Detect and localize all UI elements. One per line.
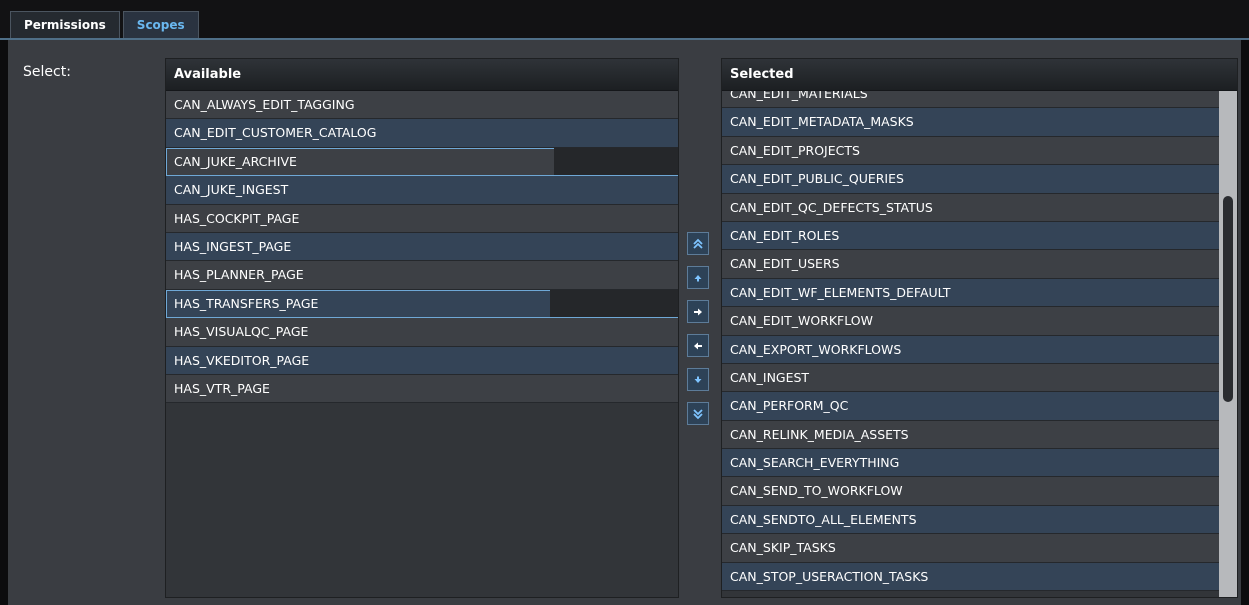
- list-item[interactable]: HAS_PLANNER_PAGE: [166, 261, 678, 290]
- list-item-label: CAN_EDIT_WORKFLOW: [730, 313, 873, 329]
- list-item[interactable]: CAN_ALWAYS_EDIT_TAGGING: [166, 91, 678, 120]
- remove-from-selected-button[interactable]: [687, 334, 709, 357]
- scopes-panel: Select: Available CAN_ALWAYS_EDIT_TAGGIN…: [8, 40, 1241, 605]
- list-item[interactable]: HAS_VISUALQC_PAGE: [166, 318, 678, 347]
- list-item[interactable]: CAN_SKIP_TASKS: [722, 534, 1219, 563]
- list-item-label: CAN_SEND_TO_WORKFLOW: [730, 483, 903, 499]
- add-to-selected-button[interactable]: [687, 300, 709, 323]
- list-item[interactable]: CAN_STOP_USERACTION_TASKS: [722, 562, 1219, 592]
- list-item-label: CAN_JUKE_INGEST: [174, 182, 289, 198]
- list-item[interactable]: CAN_PERFORM_QC: [722, 392, 1219, 421]
- row-highlight: [554, 147, 678, 176]
- list-item[interactable]: CAN_JUKE_INGEST: [166, 176, 678, 205]
- list-item-label: CAN_EDIT_USERS: [730, 256, 840, 272]
- list-item[interactable]: CAN_EDIT_MATERIALS: [722, 91, 1219, 109]
- scrollbar-thumb[interactable]: [1223, 196, 1233, 402]
- select-label: Select:: [23, 64, 71, 80]
- available-rows[interactable]: CAN_ALWAYS_EDIT_TAGGING CAN_EDIT_CUSTOMER…: [166, 91, 678, 597]
- list-item[interactable]: CAN_EDIT_CUSTOMER_CATALOG: [166, 119, 678, 148]
- available-list-header: Available: [166, 59, 678, 91]
- selected-list-header: Selected: [722, 59, 1237, 91]
- list-item-label: HAS_VISUALQC_PAGE: [174, 324, 309, 340]
- list-item[interactable]: CAN_SEND_TO_WORKFLOW: [722, 477, 1219, 506]
- double-arrow-up-icon: [693, 238, 703, 249]
- row-highlight: [550, 289, 678, 318]
- list-item-label: CAN_RELINK_MEDIA_ASSETS: [730, 426, 909, 442]
- list-item-label: CAN_EDIT_PROJECTS: [730, 142, 860, 158]
- available-list: Available CAN_ALWAYS_EDIT_TAGGING CAN_EDI…: [165, 58, 679, 598]
- list-item[interactable]: CAN_EDIT_ROLES: [722, 221, 1219, 251]
- tab-permissions[interactable]: Permissions: [10, 11, 120, 38]
- list-item-label: CAN_INGEST: [730, 369, 810, 385]
- tab-scopes[interactable]: Scopes: [122, 11, 199, 38]
- list-item-label: CAN_STOP_USERACTION_TASKS: [730, 568, 929, 584]
- move-up-button[interactable]: [687, 266, 709, 289]
- list-item[interactable]: CAN_EDIT_WORKFLOW: [722, 307, 1219, 336]
- selected-scrollbar[interactable]: [1219, 91, 1237, 597]
- arrow-down-icon: [694, 376, 702, 383]
- list-item-label: CAN_EDIT_QC_DEFECTS_STATUS: [730, 199, 933, 215]
- list-item[interactable]: CAN_EDIT_PROJECTS: [722, 136, 1219, 166]
- list-item-label: CAN_SENDTO_ALL_ELEMENTS: [730, 511, 917, 527]
- list-item-label: CAN_EDIT_METADATA_MASKS: [730, 114, 914, 130]
- list-item[interactable]: CAN_SEARCH_EVERYTHING: [722, 449, 1219, 478]
- list-item-label: CAN_JUKE_ARCHIVE: [174, 153, 297, 169]
- list-item-label: CAN_PERFORM_QC: [730, 398, 849, 414]
- list-item[interactable]: CAN_EDIT_METADATA_MASKS: [722, 108, 1219, 137]
- top-bar: Permissions Scopes: [0, 0, 1249, 40]
- list-item[interactable]: CAN_EXPORT_WORKFLOWS: [722, 335, 1219, 364]
- arrow-up-icon: [694, 274, 702, 281]
- list-item-label: HAS_INGEST_PAGE: [174, 238, 292, 254]
- list-item-label: CAN_EDIT_CUSTOMER_CATALOG: [174, 125, 377, 141]
- selected-list: Selected CAN_EDIT_MATERIALS CAN_EDIT_META…: [721, 58, 1238, 598]
- list-item[interactable]: CAN_SENDTO_ALL_ELEMENTS: [722, 505, 1219, 535]
- list-item-label: HAS_VTR_PAGE: [174, 380, 270, 396]
- list-item-label: CAN_ALWAYS_EDIT_TAGGING: [174, 97, 355, 112]
- list-item[interactable]: CAN_EDIT_QC_DEFECTS_STATUS: [722, 193, 1219, 222]
- list-item-label: HAS_TRANSFERS_PAGE: [174, 295, 319, 311]
- list-item[interactable]: HAS_VKEDITOR_PAGE: [166, 346, 678, 375]
- list-item-label: CAN_EDIT_PUBLIC_QUERIES: [730, 171, 904, 187]
- arrow-left-icon: [694, 342, 702, 349]
- list-item-label: CAN_EXPORT_WORKFLOWS: [730, 341, 902, 357]
- list-item[interactable]: CAN_EDIT_WF_ELEMENTS_DEFAULT: [722, 278, 1219, 308]
- list-item-label: CAN_EDIT_MATERIALS: [730, 91, 868, 101]
- double-arrow-down-icon: [693, 408, 703, 419]
- list-item-label: CAN_EDIT_WF_ELEMENTS_DEFAULT: [730, 284, 951, 300]
- tab-strip: Permissions Scopes: [10, 11, 199, 38]
- list-item[interactable]: CAN_INGEST: [722, 363, 1219, 393]
- list-item[interactable]: CAN_JUKE_ARCHIVE: [166, 147, 678, 177]
- list-item[interactable]: HAS_VTR_PAGE: [166, 374, 678, 404]
- list-item[interactable]: CAN_EDIT_USERS: [722, 250, 1219, 279]
- move-buttons: [687, 232, 709, 436]
- list-item[interactable]: HAS_COCKPIT_PAGE: [166, 204, 678, 233]
- move-down-button[interactable]: [687, 368, 709, 391]
- list-item-label: HAS_PLANNER_PAGE: [174, 267, 304, 283]
- list-item-label: CAN_EDIT_ROLES: [730, 227, 840, 243]
- list-item[interactable]: HAS_INGEST_PAGE: [166, 232, 678, 262]
- arrow-right-icon: [694, 308, 702, 315]
- list-item[interactable]: CAN_RELINK_MEDIA_ASSETS: [722, 420, 1219, 450]
- selected-rows[interactable]: CAN_EDIT_MATERIALS CAN_EDIT_METADATA_MASK…: [722, 91, 1219, 597]
- move-bottom-button[interactable]: [687, 402, 709, 425]
- list-item-label: CAN_SKIP_TASKS: [730, 540, 836, 556]
- list-item[interactable]: CAN_EDIT_PUBLIC_QUERIES: [722, 165, 1219, 194]
- move-top-button[interactable]: [687, 232, 709, 255]
- list-item-label: CAN_SEARCH_EVERYTHING: [730, 455, 900, 471]
- list-item-label: HAS_VKEDITOR_PAGE: [174, 352, 310, 368]
- list-item[interactable]: HAS_TRANSFERS_PAGE: [166, 289, 678, 319]
- list-item-label: HAS_COCKPIT_PAGE: [174, 210, 300, 226]
